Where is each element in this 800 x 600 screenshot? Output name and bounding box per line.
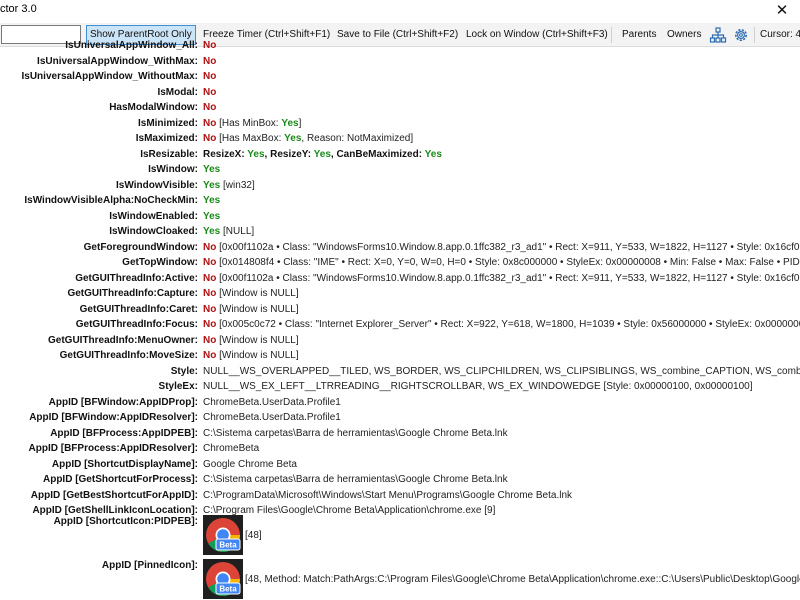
property-value: Google Chrome Beta [203,458,297,470]
svg-text:Beta: Beta [219,541,237,550]
property-label: IsWindowCloaked: [109,226,198,237]
property-value: Yes [203,210,221,222]
property-label: HasModalWindow: [109,102,198,113]
window-title: ctor 3.0 [0,3,37,15]
property-label: IsWindowVisibleAlpha:NoCheckMin: [24,195,198,206]
close-button[interactable]: ✕ [764,0,800,22]
property-value: No [203,40,217,51]
property-label: AppID [GetShortcutForProcess]: [42,474,198,485]
property-label: IsWindowVisible: [116,179,198,191]
property-label: IsWindowEnabled: [109,210,198,222]
property-value: C:\Program Files\Google\Chrome Beta\Appl… [203,505,496,516]
property-value: C:\Sistema carpetas\Barra de herramienta… [203,474,508,485]
property-label: GetGUIThreadInfo:MenuOwner: [48,334,198,346]
property-value: No [Window is NULL] [203,350,299,361]
property-label: IsMaximized: [135,133,198,144]
property-value: No [Window is NULL] [203,303,299,315]
property-label: GetGUIThreadInfo:MoveSize: [59,350,198,361]
svg-text:Beta: Beta [219,585,237,594]
property-value: No [203,86,217,98]
chrome-beta-icon: Beta [203,515,243,555]
property-value: C:\ProgramData\Microsoft\Windows\Start M… [203,489,573,501]
property-value: No [0x005c0c72 • Class: "Internet Explor… [203,319,800,330]
property-value: Yes [203,195,221,206]
property-label: AppID [BFProcess:AppIDResolver]: [28,443,198,454]
property-label: GetGUIThreadInfo:Focus: [75,319,198,330]
property-value: Yes [win32] [203,179,255,191]
property-label: AppID [ShortcutIcon:PIDPEB]: [53,516,198,527]
property-list: IsUniversalAppWindow_All: No IsUniversal… [0,38,800,600]
property-value: No [203,71,217,82]
property-value: No [0x00f1102a • Class: "WindowsForms10.… [203,272,800,284]
property-label: AppID [PinnedIcon]: [101,560,198,571]
property-value: NULL__WS_EX_LEFT__LTRREADING__RIGHTSCROL… [203,381,753,392]
property-label: IsResizable: [140,148,198,160]
chrome-beta-icon: Beta [203,559,243,599]
property-label: AppID [BFWindow:AppIDResolver]: [29,412,198,423]
property-value: No [203,102,217,113]
property-label: AppID [BFProcess:AppIDPEB]: [50,427,198,439]
property-label: StyleEx: [158,381,198,392]
property-label: GetTopWindow: [122,257,198,268]
property-value: C:\Sistema carpetas\Barra de herramienta… [203,427,508,439]
property-label: IsUniversalAppWindow_WithMax: [37,55,198,67]
property-value: No [Window is NULL] [203,288,299,299]
property-label: AppID [ShortcutDisplayName]: [51,458,198,470]
property-label: IsUniversalAppWindow_All: [65,40,198,51]
property-value: ResizeX: Yes, ResizeY: Yes, CanBeMaximiz… [203,148,442,160]
property-value: Yes [203,164,221,175]
property-value: No [0x014808f4 • Class: "IME" • Rect: X=… [203,257,800,268]
property-value: ChromeBeta [203,443,260,454]
property-label: GetForegroundWindow: [83,241,198,253]
property-label: GetGUIThreadInfo:Capture: [67,288,198,299]
property-value: [48] [245,530,262,541]
property-value: No [Window is NULL] [203,334,299,346]
title-bar: ctor 3.0 ✕ [0,0,800,22]
property-value: No [0x00f1102a • Class: "WindowsForms10.… [203,241,800,253]
property-value: No [203,55,217,67]
property-label: IsWindow: [148,164,198,175]
property-label: GetGUIThreadInfo:Active: [75,272,198,284]
property-label: IsModal: [157,86,198,98]
property-label: IsMinimized: [137,117,198,129]
property-value: No [Has MinBox: Yes] [203,117,302,129]
property-value: ChromeBeta.UserData.Profile1 [203,396,341,408]
property-label: IsUniversalAppWindow_WithoutMax: [21,71,199,82]
property-value: NULL__WS_OVERLAPPED__TILED, WS_BORDER, W… [203,365,800,377]
property-value: No [Has MaxBox: Yes, Reason: NotMaximize… [203,133,414,144]
property-label: AppID [BFWindow:AppIDProp]: [48,396,198,408]
property-value: Yes [NULL] [203,226,255,237]
property-label: GetGUIThreadInfo:Caret: [79,303,198,315]
property-label: Style: [170,365,198,377]
property-value: ChromeBeta.UserData.Profile1 [203,412,341,423]
property-value: [48, Method: Match:PathArgs:C:\Program F… [245,574,800,585]
property-label: AppID [GetBestShortcutForAppID]: [30,489,198,501]
